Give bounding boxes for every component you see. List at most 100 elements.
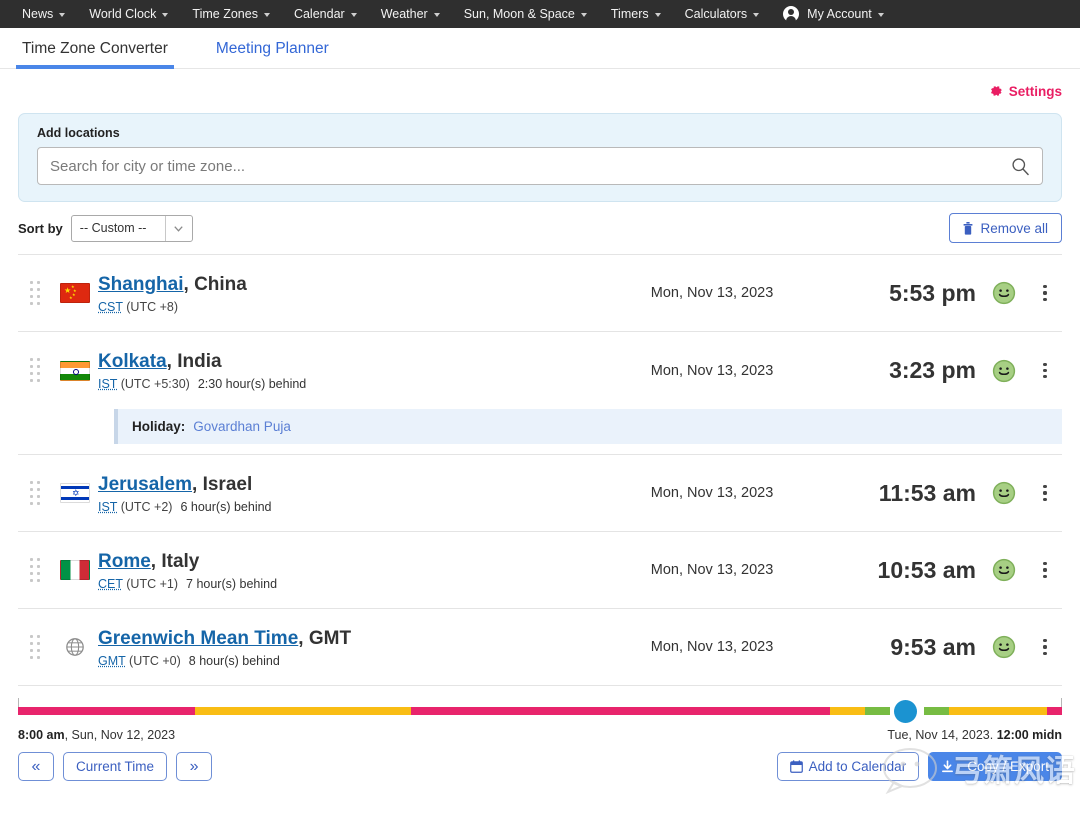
timeline-segment <box>924 707 950 715</box>
smiley-icon <box>992 635 1016 659</box>
timeline-slider[interactable] <box>18 698 1062 723</box>
current-time-button[interactable]: Current Time <box>63 752 168 781</box>
timeline-labels: 8:00 am, Sun, Nov 12, 2023 Tue, Nov 14, … <box>18 728 1062 742</box>
previous-button[interactable]: « <box>18 752 54 781</box>
table-row[interactable]: Rome, Italy CET (UTC +1) 7 hour(s) behind… <box>18 532 1062 609</box>
search-icon[interactable] <box>1011 157 1030 176</box>
nav-label: Time Zones <box>192 7 258 21</box>
location-city-link[interactable]: Jerusalem <box>98 474 192 495</box>
timezone-abbr[interactable]: CST <box>98 300 123 314</box>
location-info: Greenwich Mean Time, GMT GMT (UTC +0) 8 h… <box>98 627 596 668</box>
timeline-segment <box>18 707 196 715</box>
kebab-menu-icon <box>1043 639 1047 655</box>
utc-offset: (UTC +8) <box>126 299 179 314</box>
row-menu-button[interactable] <box>1028 485 1062 501</box>
drag-handle-icon[interactable] <box>18 480 52 506</box>
status-badge[interactable] <box>980 359 1028 383</box>
offset-note: 7 hour(s) behind <box>186 576 278 591</box>
location-info: Shanghai, China CST (UTC +8) <box>98 273 596 314</box>
location-title: Rome, Italy <box>98 550 586 574</box>
location-country-name: China <box>194 273 247 295</box>
table-row[interactable]: ★ ★ ★ ★ ★ Shanghai, China CST (UTC +8) M… <box>18 255 1062 332</box>
smiley-icon <box>992 281 1016 305</box>
drag-handle-icon[interactable] <box>18 358 52 383</box>
location-subtitle: CET (UTC +1) 7 hour(s) behind <box>98 577 586 591</box>
row-menu-button[interactable] <box>1028 362 1062 379</box>
nav-item-weather[interactable]: Weather <box>371 0 454 28</box>
nav-item-my-account[interactable]: My Account <box>773 0 898 28</box>
tab-meeting-planner[interactable]: Meeting Planner <box>212 40 333 68</box>
timeline-segment <box>195 707 411 715</box>
next-button[interactable]: » <box>176 752 213 781</box>
holiday-name-link[interactable]: Govardhan Puja <box>193 419 291 434</box>
status-badge[interactable] <box>980 281 1028 305</box>
timezone-abbr[interactable]: GMT <box>98 654 126 668</box>
location-country-name: GMT <box>308 627 352 649</box>
flag-il-icon: ✡ <box>60 483 90 503</box>
gear-icon <box>990 85 1003 98</box>
timeline-knob[interactable] <box>893 700 917 723</box>
holiday-banner: Holiday: Govardhan Puja <box>114 409 1062 444</box>
table-row[interactable]: ✡ Jerusalem, Israel IST (UTC +2) 6 hour(s… <box>18 455 1062 532</box>
timezone-abbr[interactable]: IST <box>98 377 117 391</box>
settings-button[interactable]: Settings <box>990 84 1062 99</box>
row-menu-button[interactable] <box>1028 285 1062 301</box>
drag-handle-icon[interactable] <box>18 280 52 306</box>
table-row[interactable]: Kolkata, India IST (UTC +5:30) 2:30 hour(… <box>18 332 1062 409</box>
nav-label: News <box>22 7 54 21</box>
location-city-link[interactable]: Shanghai <box>98 274 184 295</box>
copy-export-button[interactable]: Copy / Export <box>928 752 1062 781</box>
timeline-segment <box>864 707 890 715</box>
drag-handle-icon[interactable] <box>18 557 52 583</box>
utc-offset: (UTC +5:30) <box>120 377 190 391</box>
search-input[interactable] <box>38 157 1042 175</box>
add-to-calendar-button[interactable]: Add to Calendar <box>776 752 920 781</box>
table-row[interactable]: Greenwich Mean Time, GMT GMT (UTC +0) 8 h… <box>18 609 1062 686</box>
location-country: , <box>183 273 195 295</box>
status-badge[interactable] <box>980 558 1028 582</box>
status-badge[interactable] <box>980 481 1028 505</box>
nav-item-calculators[interactable]: Calculators <box>675 0 774 28</box>
location-info: Rome, Italy CET (UTC +1) 7 hour(s) behind <box>98 550 596 591</box>
timeline-end-label: Tue, Nov 14, 2023. 12:00 midn <box>887 728 1062 742</box>
status-badge[interactable] <box>980 635 1028 659</box>
timeline-area: 8:00 am, Sun, Nov 12, 2023 Tue, Nov 14, … <box>0 686 1080 742</box>
remove-all-button[interactable]: Remove all <box>949 213 1062 243</box>
timeline-end-time: 12:00 midn <box>996 728 1062 742</box>
page-content: Settings Add locations Sort by -- Custom… <box>0 69 1080 686</box>
nav-item-sun-moon-space[interactable]: Sun, Moon & Space <box>454 0 601 28</box>
location-title: Greenwich Mean Time, GMT <box>98 627 586 651</box>
chevron-down-icon[interactable] <box>166 216 192 241</box>
row-menu-button[interactable] <box>1028 562 1062 578</box>
add-locations-panel: Add locations <box>18 113 1062 202</box>
chevron-down-icon <box>580 13 587 17</box>
drag-handle-icon[interactable] <box>18 634 52 660</box>
flag-cell: ★ ★ ★ ★ ★ <box>52 283 98 303</box>
nav-item-time-zones[interactable]: Time Zones <box>182 0 284 28</box>
location-title: Kolkata, India <box>98 350 586 374</box>
location-title: Jerusalem, Israel <box>98 473 586 497</box>
location-subtitle: IST (UTC +2) 6 hour(s) behind <box>98 500 586 514</box>
smiley-icon <box>992 359 1016 382</box>
timezone-abbr[interactable]: CET <box>98 577 123 591</box>
location-city-link[interactable]: Rome <box>98 551 151 572</box>
nav-label: Calculators <box>684 7 748 21</box>
location-city-link[interactable]: Kolkata <box>98 351 167 372</box>
sort-by-select[interactable]: -- Custom -- <box>70 214 193 242</box>
location-city-link[interactable]: Greenwich Mean Time <box>98 628 298 649</box>
chevron-down-icon <box>753 13 760 17</box>
location-time: 10:53 am <box>877 556 976 583</box>
location-date: Mon, Nov 13, 2023 <box>650 562 774 578</box>
nav-item-timers[interactable]: Timers <box>601 0 675 28</box>
nav-item-calendar[interactable]: Calendar <box>284 0 371 28</box>
tab-time-zone-converter[interactable]: Time Zone Converter <box>16 40 174 69</box>
nav-item-world-clock[interactable]: World Clock <box>79 0 182 28</box>
row-menu-button[interactable] <box>1028 639 1062 655</box>
location-time: 11:53 am <box>878 479 976 506</box>
timezone-abbr[interactable]: IST <box>98 500 117 514</box>
nav-item-news[interactable]: News <box>12 0 79 28</box>
copy-export-label: Copy / Export <box>967 759 1049 774</box>
search-box[interactable] <box>37 147 1043 185</box>
top-navigation-bar: News World Clock Time Zones Calendar Wea… <box>0 0 1080 28</box>
nav-label: World Clock <box>89 7 157 21</box>
